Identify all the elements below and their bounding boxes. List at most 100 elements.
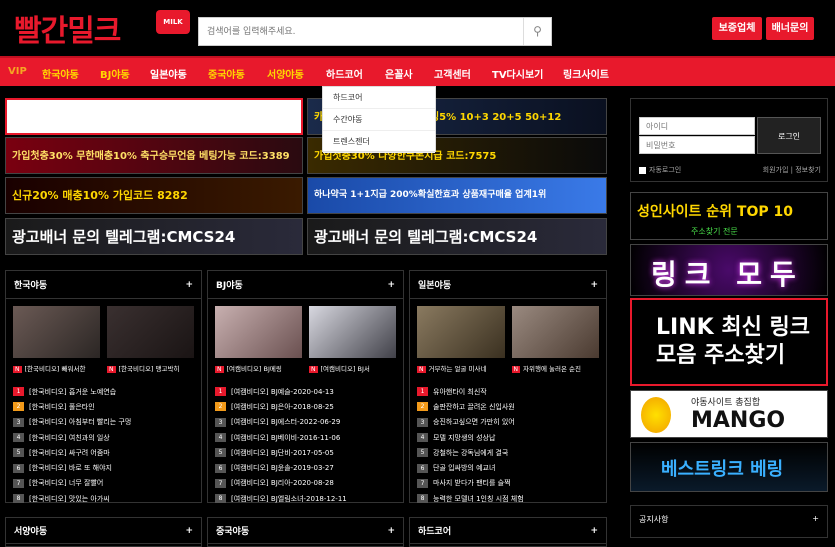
notice-title[interactable]: 공지사항 — [639, 514, 668, 529]
password-input[interactable] — [639, 136, 755, 154]
list-item[interactable]: 3 [여캠비디오] BJ에스터-2022-06-29 — [215, 415, 396, 430]
list-item[interactable]: 1 유아핸타이 최신작 — [417, 384, 599, 399]
list-item[interactable]: 6 [여캠비디오] BJ윤솔-2019-03-27 — [215, 460, 396, 475]
list-item[interactable]: 7 [여캠비디오] BJ리아-2020-08-28 — [215, 476, 396, 491]
more-icon[interactable]: + — [590, 526, 598, 536]
thumb-caption[interactable]: N 거부하는 얼굴 미사네 — [417, 363, 505, 373]
list-item[interactable]: 8 [한국비디오] 맛있는 아가씨 — [13, 491, 194, 506]
video-thumbnail[interactable] — [417, 306, 505, 358]
side-banner-link-ranking[interactable]: 링크 모두 순위 — [630, 244, 828, 296]
side-banner-link[interactable]: LINK 최신 링크모음 주소찾기 — [630, 298, 828, 386]
list-item[interactable]: 4 [한국비디오] 여친과의 일상 — [13, 430, 194, 445]
nav-item-western[interactable]: 서양야동 — [267, 66, 304, 81]
list-item[interactable]: 2 [한국비디오] 풀은타인 — [13, 399, 194, 414]
search-icon[interactable]: ⚲ — [523, 18, 551, 45]
nav-item-photos[interactable]: 은꼴사 — [385, 66, 413, 81]
panel-header: 하드코어 + — [410, 518, 606, 544]
list-item[interactable]: 6 단골 입싸방의 예교녀 — [417, 460, 599, 475]
banner-pharmacy[interactable]: 하나약국 1+1지급 200%확실한효과 상품재구매율 업계1위 — [307, 177, 607, 214]
side-banner-best-link[interactable]: 베스트링크 베링 — [630, 442, 828, 492]
list-item[interactable]: 2 [여캠비디오] BJ은아-2018-08-25 — [215, 399, 396, 414]
list-item[interactable]: 1 [여캠비디오] BJ예슬-2020-04-13 — [215, 384, 396, 399]
video-thumbnail[interactable] — [13, 306, 100, 358]
list-item[interactable]: 7 마사지 받다가 팬티를 슬쩍 — [417, 476, 599, 491]
nav-item-japanese[interactable]: 일본야동 — [150, 66, 187, 81]
panel-title[interactable]: BJ야동 — [216, 278, 243, 291]
banner-ad-telegram-2-text: 광고배너 문의 텔레그램:CMCS24 — [314, 228, 538, 246]
video-thumbnail[interactable] — [215, 306, 302, 358]
dropdown-item-animal[interactable]: 수간야동 — [323, 109, 435, 131]
panel-header: 한국야동 + — [6, 271, 201, 299]
more-icon[interactable]: + — [812, 514, 819, 529]
list-item[interactable]: 5 [여캠비디오] BJ단비-2017-05-05 — [215, 445, 396, 460]
list-item[interactable]: 2 술판잔하고 끌려온 신입사원 — [417, 399, 599, 414]
list-item[interactable]: 3 [한국비디오] 아침부터 빨리는 구멍 — [13, 415, 194, 430]
video-thumbnail[interactable] — [107, 306, 194, 358]
thumb-caption[interactable]: N [여캠비디오] BJ메링 — [215, 363, 302, 373]
nav-item-chinese[interactable]: 중국야동 — [208, 66, 245, 81]
nav-item-vip[interactable]: VIP — [8, 66, 27, 77]
side-banner-top10-text: 성인사이트 순위 TOP 10 — [637, 204, 793, 220]
find-info-link[interactable]: 정보찾기 — [795, 166, 821, 174]
site-logo[interactable]: 빨간밀크 — [14, 6, 121, 50]
side-banner-top10[interactable]: 성인사이트 순위 TOP 10 주소찾기 전문 — [630, 192, 828, 240]
nav-item-hardcore[interactable]: 하드코어 — [326, 66, 363, 81]
thumb-caption[interactable]: N [한국비디오] 맹고박히 — [107, 363, 194, 373]
banner-inquiry-button[interactable]: 배너문의 — [766, 17, 814, 40]
list-item[interactable]: 7 [한국비디오] 너무 잘빨어 — [13, 476, 194, 491]
panel-korean: 한국야동 + N [한국비디오] 빼워서한 N [한국비디오] 맹고박히 1 [한국비… — [5, 270, 202, 506]
banner-first-deposit[interactable]: 가입첫충30% 무한매충10% 축구승무언옵 베팅가능 코드:3389 — [5, 137, 303, 174]
search-input[interactable] — [199, 18, 519, 45]
more-icon[interactable]: + — [590, 280, 598, 290]
panel-bj: BJ야동 + N [여캠비디오] BJ메링 N [여캠비디오] BJ서 1 [여캠비디… — [207, 270, 404, 506]
nav-item-support[interactable]: 고객센터 — [434, 66, 471, 81]
list-item[interactable]: 6 [한국비디오] 바로 또 해야지 — [13, 460, 194, 475]
more-icon[interactable]: + — [185, 280, 193, 290]
guarantee-button[interactable]: 보증업체 — [712, 17, 762, 40]
thumb-caption[interactable]: N [한국비디오] 빼워서한 — [13, 363, 100, 373]
side-banner-mango[interactable]: 야동사이트 총집합 MANGO — [630, 390, 828, 438]
logo-badge: MILK — [156, 10, 190, 34]
list-item[interactable]: 3 승진하고싶으면 가만히 있어 — [417, 415, 599, 430]
panel-title[interactable]: 한국야동 — [14, 278, 47, 291]
panel-title[interactable]: 중국야동 — [216, 524, 249, 537]
list-item[interactable]: 5 [한국비디오] 싸구려 어줌마 — [13, 445, 194, 460]
more-icon[interactable]: + — [387, 526, 395, 536]
nav-item-tv-replay[interactable]: TV다시보기 — [492, 66, 543, 81]
list-item[interactable]: 1 [한국비디오] 흡거운 노예연습 — [13, 384, 194, 399]
more-icon[interactable]: + — [387, 280, 395, 290]
nav-item-korean[interactable]: 한국야동 — [42, 66, 79, 81]
banner-code-8282[interactable]: 신규20% 매충10% 가입코드 8282 — [5, 177, 303, 214]
list-item[interactable]: 5 강철하는 강독님에게 결국 — [417, 445, 599, 460]
side-banner-link-text: LINK 최신 링크모음 주소찾기 — [656, 315, 810, 368]
thumb-caption[interactable]: N 자위행에 눌러온 순진 — [511, 363, 600, 373]
panel-title[interactable]: 서양야동 — [14, 524, 47, 537]
notice-box: 공지사항 + — [630, 505, 828, 538]
video-thumbnail[interactable] — [309, 306, 396, 358]
panel-title[interactable]: 하드코어 — [418, 524, 451, 537]
more-icon[interactable]: + — [185, 526, 193, 536]
auto-login-checkbox[interactable] — [639, 166, 646, 174]
signup-link[interactable]: 회원가입 — [763, 166, 789, 174]
panel-japanese: 일본야동 + N 거부하는 얼굴 미사네 N 자위행에 눌러온 순진 1 유아핸타이 … — [409, 270, 607, 506]
panel-title[interactable]: 일본야동 — [418, 278, 451, 291]
main-nav: VIP 한국야동 BJ야동 일본야동 중국야동 서양야동 하드코어 은꼴사 고객… — [0, 56, 835, 86]
dropdown-item-trans[interactable]: 트렌스젠더 — [323, 131, 435, 153]
banner-ad-telegram-1[interactable]: 광고배너 문의 텔레그램:CMCS24 — [5, 218, 303, 255]
auto-login-option[interactable]: 자동로그인 — [639, 165, 681, 175]
list-item[interactable]: 4 모델 지망생의 성상납 — [417, 430, 599, 445]
dropdown-item-hardcore[interactable]: 하드코어 — [323, 87, 435, 109]
login-button[interactable]: 로그인 — [757, 117, 821, 154]
nav-item-link-sites[interactable]: 링크사이트 — [563, 66, 609, 81]
nav-item-bj[interactable]: BJ야동 — [100, 66, 130, 81]
banner-empty[interactable] — [5, 98, 303, 135]
video-thumbnail[interactable] — [511, 306, 599, 358]
new-badge: N — [107, 366, 116, 373]
user-id-input[interactable] — [639, 117, 755, 135]
login-box: 로그인 자동로그인 회원가입 | 정보찾기 — [630, 98, 828, 182]
list-item[interactable]: 4 [여캠비디오] BJ베이비-2016-11-06 — [215, 430, 396, 445]
thumb-caption[interactable]: N [여캠비디오] BJ서 — [309, 363, 396, 373]
banner-ad-telegram-2[interactable]: 광고배너 문의 텔레그램:CMCS24 — [307, 218, 607, 255]
list-item[interactable]: 8 [여캠비디오] BJ엘림소녀-2018-12-11 — [215, 491, 396, 506]
list-item[interactable]: 8 능력한 모델녀 1인칭 시점 체험 — [417, 491, 599, 506]
